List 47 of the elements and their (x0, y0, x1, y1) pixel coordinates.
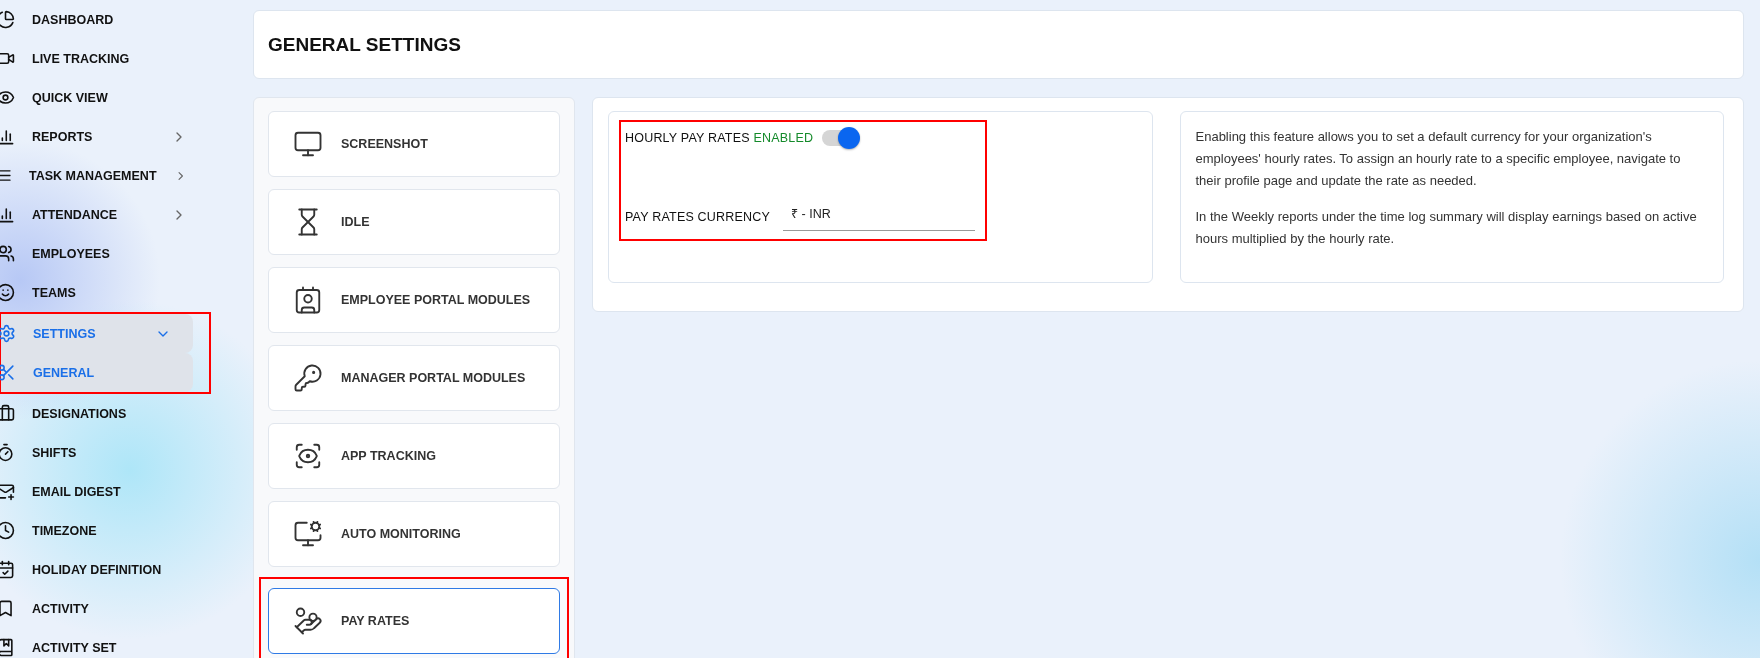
page-title: GENERAL SETTINGS (268, 33, 461, 56)
sidebar-label: TASK MANAGEMENT (29, 168, 157, 183)
sidebar-label: GENERAL (33, 365, 96, 380)
sidebar-item[interactable]: ACTIVITY SET (0, 628, 209, 658)
module-card[interactable]: IDLE (268, 189, 560, 255)
module-card[interactable]: AUTO MONITORING (268, 501, 560, 567)
sidebar-item[interactable]: SETTINGS (1, 314, 193, 353)
sidebar-item[interactable]: SHIFTS (0, 433, 209, 472)
sidebar-item[interactable]: ATTENDANCE (0, 195, 209, 234)
sidebar-item[interactable]: EMPLOYEES (0, 234, 209, 273)
sidebar-item[interactable]: TIMEZONE (0, 511, 209, 550)
sidebar-item[interactable]: REPORTS (0, 117, 209, 156)
sidebar-label: ACTIVITY SET (32, 640, 118, 655)
info-text: Enabling this feature allows you to set a default currency for your organization's employees' hourly rates. To assign an hourly rate to a specific employee, navigate to their profile page and update the rate as needed. (1195, 128, 1682, 190)
module-card[interactable]: MANAGER PORTAL MODULES (268, 345, 560, 411)
module-card[interactable]: APP TRACKING (268, 423, 560, 489)
sidebar-item[interactable]: DESIGNATIONS (0, 394, 209, 433)
sidebar-label: ATTENDANCE (32, 207, 119, 222)
sidebar-item[interactable]: EMAIL DIGEST (0, 472, 209, 511)
module-card[interactable]: SCREENSHOT (268, 111, 560, 177)
toggle-label: HOURLY PAY RATES ENABLED (625, 131, 814, 145)
sidebar-item[interactable]: HOLIDAY DEFINITION (0, 550, 209, 589)
sidebar-label: DESIGNATIONS (32, 406, 128, 421)
sidebar-label: REPORTS (32, 129, 94, 144)
sidebar-item[interactable]: ACTIVITY (0, 589, 209, 628)
module-card[interactable]: PAY RATES (268, 588, 560, 654)
sidebar-label: LIVE TRACKING (32, 51, 131, 66)
sidebar-label: EMAIL DIGEST (32, 484, 122, 499)
sidebar-subitem[interactable]: GENERAL (1, 353, 193, 392)
sidebar-label: SETTINGS (33, 326, 97, 341)
sidebar-item[interactable]: TEAMS (0, 273, 209, 312)
field-label: PAY RATES CURRENCY (625, 209, 771, 224)
module-card[interactable]: EMPLOYEE PORTAL MODULES (268, 267, 560, 333)
sidebar-item[interactable]: QUICK VIEW (0, 78, 209, 117)
sidebar-item[interactable]: LIVE TRACKING (0, 39, 209, 78)
sidebar-label: HOLIDAY DEFINITION (32, 562, 163, 577)
sidebar-label: TIMEZONE (32, 523, 98, 538)
sidebar-label: EMPLOYEES (32, 246, 111, 261)
sidebar-label: QUICK VIEW (32, 90, 109, 105)
sidebar-item[interactable]: DASHBOARD (0, 0, 209, 39)
sidebar-label: ACTIVITY (32, 601, 90, 616)
sidebar-item[interactable]: TASK MANAGEMENT (0, 156, 209, 195)
info-text: In the Weekly reports under the time log summary will display earnings based on active hours multiplied by the hourly rate. (1195, 208, 1698, 248)
sidebar-label: TEAMS (32, 285, 77, 300)
currency-field[interactable]: ₹ - INR (783, 202, 976, 231)
sidebar-label: DASHBOARD (32, 12, 115, 27)
sidebar-label: SHIFTS (32, 445, 78, 460)
